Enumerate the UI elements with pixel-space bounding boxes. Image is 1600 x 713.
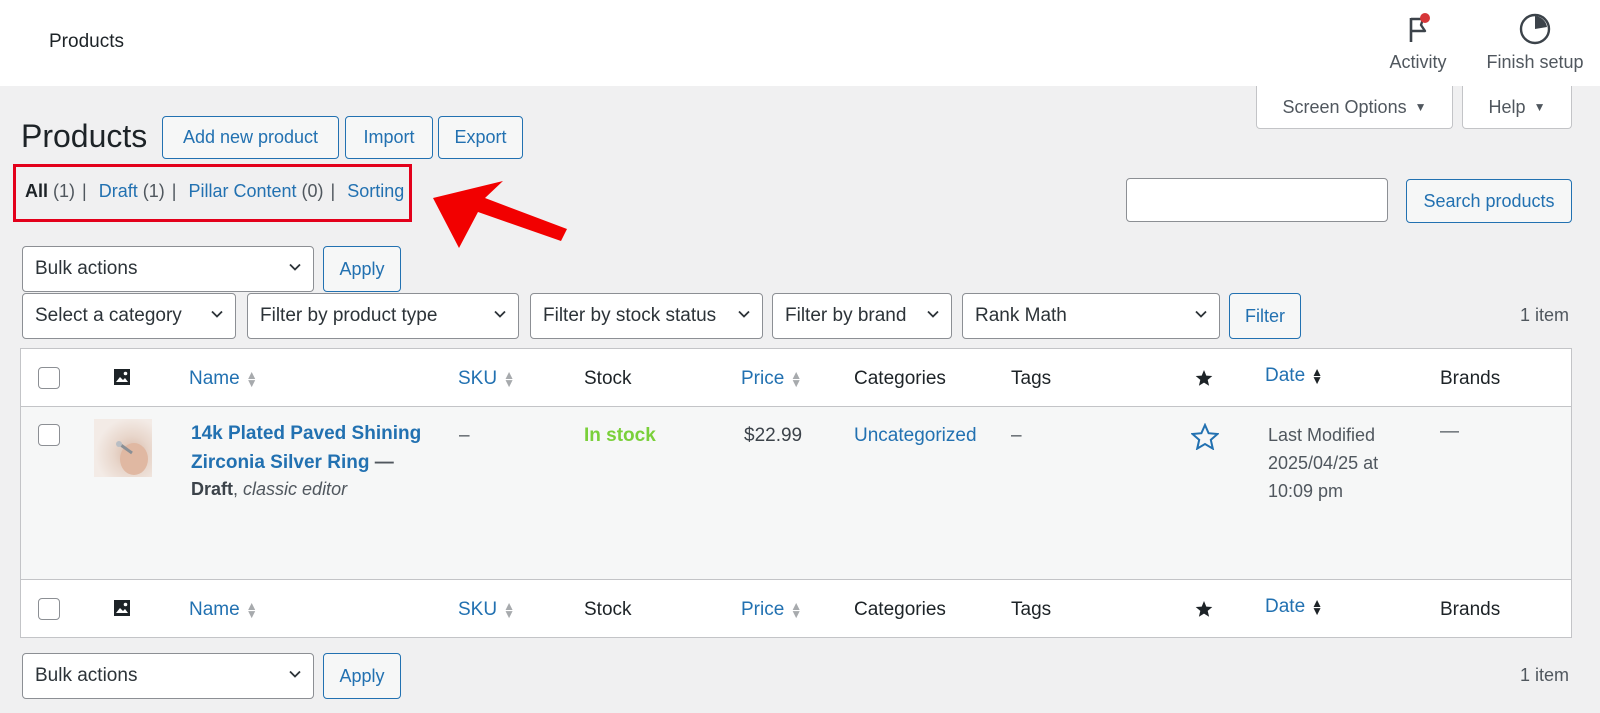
sort-icon: ▲ ▼: [790, 598, 803, 621]
column-price-label: Price: [741, 599, 785, 620]
product-title-link[interactable]: 14k Plated Paved Shining Zirconia Silver…: [191, 419, 421, 477]
column-name-label: Name: [189, 599, 240, 620]
sort-icon: ▲ ▼: [245, 598, 258, 621]
product-brands: —: [1440, 421, 1459, 442]
column-stock-footer: Stock: [584, 599, 632, 620]
bulk-apply-button-bottom[interactable]: Apply: [323, 653, 401, 699]
row-checkbox[interactable]: [38, 424, 60, 446]
column-date-footer[interactable]: Date ▲ ▼: [1265, 596, 1323, 618]
product-price: $22.99: [744, 425, 803, 446]
column-date-label: Date: [1265, 596, 1306, 617]
product-name-cell: 14k Plated Paved Shining Zirconia Silver…: [191, 419, 421, 500]
column-sku-label: SKU: [458, 599, 498, 620]
bulk-apply-button[interactable]: Apply: [323, 246, 401, 292]
sort-icon: ▲ ▼: [790, 367, 803, 390]
product-type-filter-value: Filter by product type: [260, 305, 438, 326]
category-filter-value: Select a category: [35, 305, 182, 326]
sort-icon: ▲ ▼: [503, 367, 515, 390]
editor-type: classic editor: [243, 479, 348, 499]
product-thumbnail[interactable]: [94, 419, 152, 477]
chevron-down-icon: [289, 670, 301, 678]
column-date-label: Date: [1265, 365, 1306, 386]
table-footer-row: Name ▲ ▼ SKU ▲ ▼ Stock Price ▲ ▼ Categories Ta…: [21, 579, 1571, 637]
items-count-top: 1 item: [1520, 305, 1570, 325]
product-tags: –: [1011, 425, 1022, 446]
products-table: Name ▲ ▼ SKU ▲ ▼ Stock Price ▲ ▼ Categories Ta…: [20, 348, 1572, 638]
column-stock: Stock: [584, 368, 632, 389]
column-brands-footer: Brands: [1440, 599, 1501, 620]
column-tags-footer: Tags: [1011, 599, 1052, 620]
column-date[interactable]: Date ▲ ▼: [1265, 365, 1323, 387]
date-time: 10:09 pm: [1268, 481, 1344, 501]
annotation-arrow-top: [433, 181, 567, 248]
post-state-separator: —: [369, 452, 394, 473]
product-title-line1: 14k Plated Paved Shining: [191, 423, 422, 444]
bulk-actions-value: Bulk actions: [35, 258, 138, 279]
category-filter-select[interactable]: Select a category: [22, 293, 236, 339]
items-count-bottom: 1 item: [1520, 665, 1570, 685]
select-all-checkbox-bottom[interactable]: [38, 598, 60, 620]
featured-toggle-star-icon[interactable]: [1191, 423, 1219, 450]
rank-math-filter-select[interactable]: Rank Math: [962, 293, 1220, 339]
stock-status-filter-value: Filter by stock status: [543, 305, 717, 326]
column-price-label: Price: [741, 368, 785, 389]
column-name-label: Name: [189, 368, 240, 389]
product-type-filter-select[interactable]: Filter by product type: [247, 293, 519, 339]
chevron-down-icon: [289, 263, 301, 271]
sort-icon: ▲ ▼: [245, 367, 258, 390]
featured-star-icon: [1195, 601, 1213, 617]
sort-desc-icon: ▲ ▼: [1311, 595, 1324, 618]
column-categories: Categories: [854, 368, 946, 389]
search-products-button[interactable]: Search products: [1406, 179, 1572, 223]
column-sku-label: SKU: [458, 368, 498, 389]
filter-button[interactable]: Filter: [1229, 293, 1301, 339]
table-header-row: Name ▲ ▼ SKU ▲ ▼ Stock Price ▲ ▼ Categories Ta…: [21, 349, 1571, 407]
ring-image: [116, 441, 148, 475]
brand-filter-value: Filter by brand: [785, 305, 907, 326]
bulk-actions-value: Bulk actions: [35, 665, 138, 686]
bulk-actions-select-bottom[interactable]: Bulk actions: [22, 653, 314, 699]
column-brands: Brands: [1440, 368, 1501, 389]
column-sku[interactable]: SKU ▲ ▼: [458, 368, 515, 390]
product-date: Last Modified 2025/04/25 at 10:09 pm: [1268, 421, 1378, 505]
sort-icon: ▲ ▼: [503, 598, 515, 621]
column-sku-footer[interactable]: SKU ▲ ▼: [458, 599, 515, 621]
product-stock-status: In stock: [584, 425, 656, 446]
column-name-footer[interactable]: Name ▲ ▼: [189, 599, 258, 621]
chevron-down-icon: [927, 310, 939, 318]
image-column-icon: [114, 369, 130, 385]
image-column-icon: [114, 600, 130, 616]
column-price[interactable]: Price ▲ ▼: [741, 368, 802, 390]
product-category-link[interactable]: Uncategorized: [854, 425, 977, 447]
chevron-down-icon: [494, 310, 506, 318]
bulk-actions-select[interactable]: Bulk actions: [22, 246, 314, 292]
select-all-checkbox[interactable]: [38, 367, 60, 389]
product-title-line2: Zirconia Silver Ring: [191, 452, 370, 473]
chevron-down-icon: [738, 310, 750, 318]
stock-status-filter-select[interactable]: Filter by stock status: [530, 293, 763, 339]
post-status: Draft: [191, 479, 234, 499]
sort-desc-icon: ▲ ▼: [1311, 364, 1324, 387]
rank-math-filter-value: Rank Math: [975, 305, 1067, 326]
featured-star-icon: [1195, 370, 1213, 386]
date-status: Last Modified: [1268, 425, 1376, 445]
column-price-footer[interactable]: Price ▲ ▼: [741, 599, 802, 621]
search-input[interactable]: [1126, 178, 1388, 222]
date-value: 2025/04/25 at: [1268, 453, 1379, 473]
product-sku: –: [459, 425, 470, 446]
chevron-down-icon: [1195, 310, 1207, 318]
column-tags: Tags: [1011, 368, 1052, 389]
table-row: 14k Plated Paved Shining Zirconia Silver…: [21, 407, 1571, 579]
column-name[interactable]: Name ▲ ▼: [189, 368, 258, 390]
brand-filter-select[interactable]: Filter by brand: [772, 293, 952, 339]
post-state: Draft, classic editor: [191, 479, 348, 499]
column-categories-footer: Categories: [854, 599, 946, 620]
chevron-down-icon: [211, 310, 223, 318]
